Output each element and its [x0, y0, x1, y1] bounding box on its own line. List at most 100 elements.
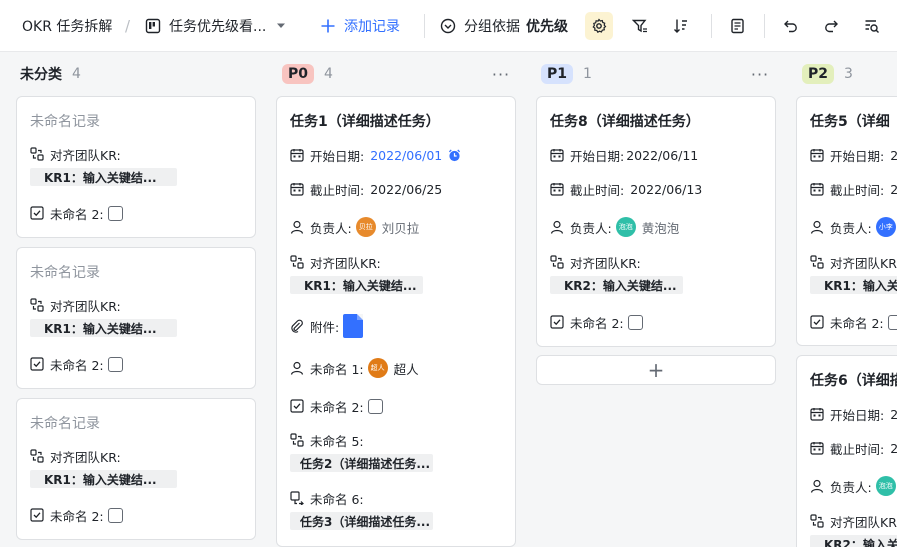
checkbox-field-icon [290, 399, 304, 413]
base-title[interactable]: OKR 任务拆解 [22, 0, 112, 52]
kr-field: 对齐团队KR: [810, 253, 897, 271]
calendar-icon [810, 441, 824, 455]
person-icon [290, 361, 304, 375]
checkbox[interactable] [107, 507, 123, 523]
record-card[interactable]: 任务5（详细 开始日期: 2 截止时间: 2 负责人: 小李 对齐团队KR: K… [796, 96, 897, 346]
sort-button[interactable] [667, 12, 695, 40]
field-label: 负责人: [310, 220, 352, 236]
checkbox-field-icon [30, 206, 44, 220]
checkbox-field: 未命名 2: [30, 355, 123, 373]
column-title: 未分类 [20, 67, 62, 83]
column-header-p2[interactable]: P2 3 [802, 61, 853, 87]
add-record-button[interactable]: 添加记录 [320, 0, 400, 52]
attachment-field: 附件: [290, 313, 364, 339]
kr-tag[interactable]: KR1：输入关键结... [30, 470, 177, 488]
field-label: 未命名 2: [570, 315, 624, 331]
owner-field: 负责人: 泡泡 黄泡泡 [550, 216, 679, 238]
end-date-value: 2 [890, 441, 897, 456]
view-switcher[interactable]: 任务优先级看... [145, 0, 286, 52]
record-card[interactable]: 未命名记录 对齐团队KR: KR1：输入关键结... 未命名 2: [16, 96, 256, 238]
record-card[interactable]: 任务1（详细描述任务） 开始日期: 2022/06/01 截止时间: 2022/… [276, 96, 516, 547]
record-card[interactable]: 未命名记录 对齐团队KR: KR1：输入关键结... 未命名 2: [16, 247, 256, 389]
person-icon [290, 220, 304, 234]
field-label: 对齐团队KR: [830, 514, 897, 530]
end-date-field: 截止时间: 2 [810, 180, 897, 198]
plus-icon [320, 18, 336, 34]
group-by-label: 分组依据 [464, 19, 520, 35]
group-by-button[interactable]: 分组依据 优先级 [440, 0, 568, 52]
avatar[interactable]: 泡泡 [875, 476, 896, 496]
two-way-link-icon [290, 491, 304, 505]
start-date-value[interactable]: 2022/06/01 [370, 148, 442, 163]
card-style-button[interactable] [724, 12, 752, 40]
kr-tag[interactable]: KR1：输入关键结... [290, 276, 423, 294]
card-style-icon [730, 18, 746, 34]
field-label: 开始日期: [830, 407, 885, 423]
start-date-value: 2 [890, 148, 897, 163]
alarm-clock-icon [448, 148, 461, 162]
kr-field: 对齐团队KR: [30, 145, 121, 163]
field-label: 对齐团队KR: [310, 255, 381, 271]
checkbox-field-icon [550, 315, 564, 329]
link-record-icon [290, 255, 304, 269]
kr-tag[interactable]: KR1：输入关键结... [30, 319, 177, 337]
search-list-icon [864, 18, 880, 34]
search-records-button[interactable] [858, 12, 886, 40]
field-label: 未命名 2: [50, 206, 104, 222]
link-record-icon [30, 147, 44, 161]
avatar[interactable]: 泡泡 [615, 217, 636, 237]
record-card[interactable]: 未命名记录 对齐团队KR: KR1：输入关键结... 未命名 2: [16, 398, 256, 540]
settings-button[interactable] [585, 12, 613, 40]
redo-button[interactable] [817, 12, 845, 40]
start-date-value: 2022/06/11 [626, 147, 699, 163]
checkbox[interactable] [627, 314, 643, 330]
linked-record-tag[interactable]: 任务2（详细描述任务... [290, 454, 433, 472]
column-header-uncategorized[interactable]: 未分类 4 [20, 61, 81, 87]
kanban-view-icon [145, 18, 161, 34]
filter-button[interactable] [626, 12, 654, 40]
owner-field: 负责人: 小李 [810, 216, 897, 238]
kr-field: 对齐团队KR: [550, 253, 641, 271]
checkbox[interactable] [887, 314, 897, 330]
kr-tag[interactable]: KR2：输入关键结... [550, 276, 683, 294]
kr-tag[interactable]: KR1：输入关键结... [30, 168, 177, 186]
avatar[interactable]: 小李 [875, 217, 896, 237]
link-record-icon [550, 255, 564, 269]
linked-record-tag[interactable]: 任务3（详细描述任务... [290, 512, 433, 530]
field-label: 截止时间: [830, 441, 885, 457]
record-card[interactable]: 任务8（详细描述任务） 开始日期: 2022/06/11 截止时间: 2022/… [536, 96, 776, 347]
column-more-button[interactable]: ··· [489, 61, 513, 87]
gear-icon [591, 18, 607, 34]
checkbox-field-icon [30, 357, 44, 371]
checkbox-field: 未命名 2: [290, 397, 383, 415]
column-more-button[interactable]: ··· [748, 61, 772, 87]
field-label: 未命名 2: [830, 315, 884, 331]
card-title: 任务5（详细 [810, 114, 890, 130]
checkbox[interactable] [367, 398, 383, 414]
record-card[interactable]: 任务6（详细描 开始日期: 2 截止时间: 2 负责人: 泡泡 对齐团队KR: … [796, 355, 897, 547]
avatar[interactable]: 贝拉 [355, 217, 376, 237]
field-label: 附件: [310, 319, 340, 335]
checkbox[interactable] [107, 356, 123, 372]
view-name: 任务优先级看... [169, 19, 267, 35]
field-label: 负责人: [570, 220, 612, 236]
avatar[interactable]: 超人 [367, 358, 388, 378]
end-date-field: 截止时间: 2 [810, 439, 897, 457]
field-label: 未命名 1: [310, 361, 364, 377]
checkbox[interactable] [107, 205, 123, 221]
sort-icon [673, 18, 689, 34]
kr-tag[interactable]: KR2：输入关 [810, 535, 897, 547]
end-date-value: 2022/06/13 [630, 181, 703, 197]
attachment-file-icon[interactable] [343, 314, 364, 338]
checkbox-field: 未命名 2: [30, 204, 123, 222]
link-record-icon [30, 449, 44, 463]
field-label: 对齐团队KR: [50, 298, 121, 314]
add-card-button[interactable]: + [536, 355, 776, 385]
kr-tag[interactable]: KR1：输入关 [810, 276, 897, 294]
column-header-p1[interactable]: P1 1 [541, 61, 592, 87]
link-record-icon [30, 298, 44, 312]
card-title: 未命名记录 [30, 416, 100, 432]
column-header-p0[interactable]: P0 4 [282, 61, 333, 87]
link-record-icon [810, 255, 824, 269]
undo-button[interactable] [777, 12, 805, 40]
